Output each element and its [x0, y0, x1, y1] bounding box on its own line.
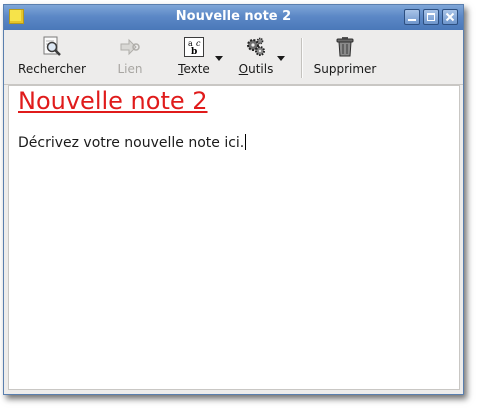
minimize-icon — [408, 19, 416, 21]
text-menu-label: Texte — [178, 62, 210, 76]
text-menu-button[interactable]: a c b Texte — [174, 34, 214, 80]
note-editor[interactable]: Nouvelle note 2 Décrivez votre nouvelle … — [8, 85, 460, 390]
close-icon — [445, 12, 455, 22]
note-title[interactable]: Nouvelle note 2 — [18, 87, 208, 115]
note-body-text: Décrivez votre nouvelle note ici. — [18, 135, 245, 151]
maximize-button[interactable] — [423, 9, 439, 25]
close-button[interactable] — [442, 9, 458, 25]
title-bar[interactable]: Nouvelle note 2 — [4, 5, 463, 30]
tools-menu-label: Outils — [238, 62, 274, 76]
svg-text:b: b — [191, 47, 197, 57]
gears-icon — [245, 36, 267, 58]
text-menu-arrow-icon[interactable] — [215, 56, 223, 61]
link-icon — [119, 36, 141, 58]
delete-label: Supprimer — [313, 62, 377, 76]
minimize-button[interactable] — [404, 9, 420, 25]
link-button[interactable]: Lien — [110, 34, 150, 80]
maximize-icon — [427, 13, 435, 21]
tools-menu-arrow-icon[interactable] — [277, 56, 285, 61]
delete-button[interactable]: Supprimer — [310, 34, 380, 80]
note-window: Nouvelle note 2 Rechercher Lien a c b Te… — [3, 4, 464, 395]
search-label: Rechercher — [18, 62, 86, 76]
toolbar: Rechercher Lien a c b Texte Outils Suppr… — [4, 30, 463, 85]
search-icon — [41, 36, 63, 58]
text-format-icon: a c b — [183, 36, 205, 58]
text-cursor — [245, 134, 247, 150]
link-label: Lien — [117, 62, 143, 76]
note-body[interactable]: Décrivez votre nouvelle note ici. — [18, 134, 247, 151]
toolbar-separator — [301, 38, 303, 78]
search-button[interactable]: Rechercher — [14, 34, 90, 80]
trash-icon — [334, 36, 356, 58]
tools-menu-button[interactable]: Outils — [236, 34, 276, 80]
window-title: Nouvelle note 2 — [175, 9, 292, 24]
